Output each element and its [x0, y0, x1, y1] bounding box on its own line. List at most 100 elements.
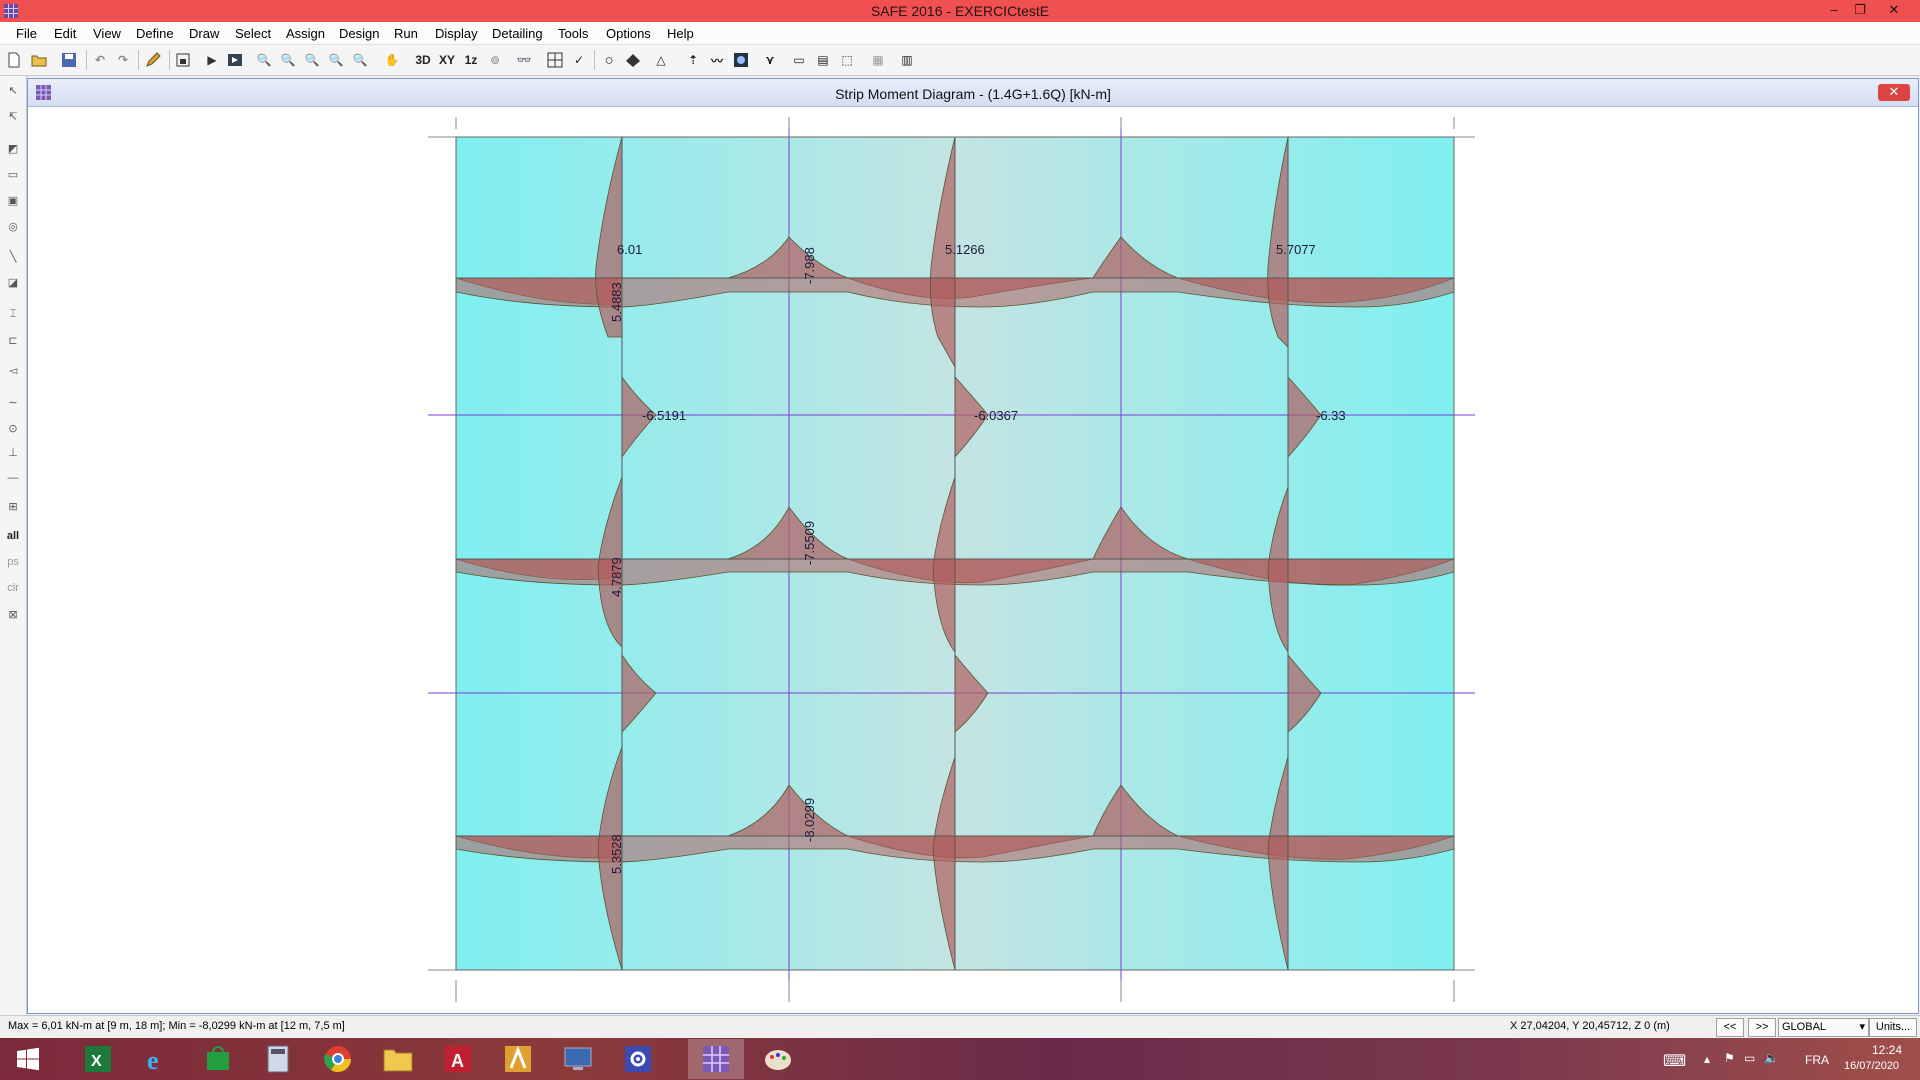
grid-icon[interactable]: ▦ — [868, 50, 888, 70]
next-button[interactable]: >> — [1748, 1018, 1776, 1037]
menu-display[interactable]: Display — [435, 26, 478, 41]
intersecting-line-icon[interactable]: ⊠ — [3, 604, 23, 624]
zoom-restore-icon[interactable]: 🔍 — [278, 50, 298, 70]
network-icon[interactable]: ▭ — [1744, 1051, 1755, 1065]
draw-beam-icon[interactable]: ◪ — [3, 272, 23, 292]
strip-forces-icon[interactable]: ⋎ — [760, 50, 780, 70]
language-indicator[interactable]: FRA — [1805, 1053, 1829, 1067]
pencil-icon[interactable] — [143, 50, 163, 70]
new-file-icon[interactable] — [4, 50, 24, 70]
diagram-close-button[interactable]: ✕ — [1878, 84, 1910, 101]
left-toolbar: ↖ ↸ ◩ ▭ ▣ ◎ ╲ ◪ ⌶ ⊏ ◅ ∼ ⊙ ⊥ — ⊞ all ps c… — [0, 76, 27, 1015]
zoom-window-icon[interactable]: 🔍 — [254, 50, 274, 70]
draw-tendon-icon[interactable]: ∼ — [3, 392, 23, 412]
previous-button[interactable]: << — [1716, 1018, 1744, 1037]
draw-point-icon[interactable]: ⊙ — [3, 418, 23, 438]
draw-slab-icon[interactable]: ▣ — [3, 190, 23, 210]
chrome-icon[interactable] — [310, 1039, 366, 1079]
diagram-canvas[interactable]: 6.01 -7.988 5.1266 5.7077 5.4883 -6.5191… — [28, 107, 1918, 1013]
view-1z-button[interactable]: 1z — [461, 50, 481, 70]
run-icon[interactable]: ▶ — [202, 50, 222, 70]
deformed-shape-icon[interactable] — [623, 50, 643, 70]
draw-column-icon[interactable]: ⌶ — [3, 304, 23, 324]
units-button[interactable]: Units... — [1869, 1018, 1917, 1037]
remote-desktop-icon[interactable] — [550, 1039, 606, 1079]
dimension-icon[interactable]: ⊥ — [3, 442, 23, 462]
save-icon[interactable] — [59, 50, 79, 70]
run-analysis-icon[interactable] — [225, 50, 245, 70]
menu-design[interactable]: Design — [339, 26, 379, 41]
circle-icon[interactable]: ○ — [599, 50, 619, 70]
view-xy-button[interactable]: XY — [437, 50, 457, 70]
moment-diagram-svg: 6.01 -7.988 5.1266 5.7077 5.4883 -6.5191… — [428, 117, 1475, 1002]
zoom-extents-icon[interactable]: 🔍 — [350, 50, 370, 70]
clock-time[interactable]: 12:24 — [1872, 1043, 1902, 1057]
coord-system-select[interactable]: GLOBAL ▾ — [1778, 1018, 1869, 1037]
menu-tools[interactable]: Tools — [558, 26, 588, 41]
draw-rectangle-icon[interactable]: ▭ — [3, 164, 23, 184]
show-hidden-icons-icon[interactable]: ▴ — [1704, 1052, 1710, 1066]
pan-icon[interactable]: ✋ — [382, 50, 402, 70]
excel-icon[interactable]: X — [70, 1039, 126, 1079]
view-3d-button[interactable]: 3D — [413, 50, 433, 70]
internet-explorer-icon[interactable]: e — [130, 1039, 186, 1079]
keyboard-icon[interactable]: ⌨ — [1663, 1051, 1686, 1071]
file-explorer-icon[interactable] — [370, 1039, 426, 1079]
moment-diagram-icon[interactable] — [731, 50, 751, 70]
glasses-icon[interactable]: 👓 — [514, 50, 534, 70]
autocad-icon[interactable]: A — [430, 1039, 486, 1079]
zoom-in-icon[interactable]: 🔍 — [302, 50, 322, 70]
store-icon[interactable] — [190, 1039, 246, 1079]
dash-icon[interactable]: — — [3, 468, 23, 488]
lock-icon[interactable] — [173, 50, 193, 70]
windows-start-icon[interactable] — [0, 1039, 56, 1079]
punching-shear-icon[interactable]: ⬚ — [837, 50, 857, 70]
flag-icon[interactable]: ⚑ — [1724, 1051, 1735, 1065]
slab-forces-icon[interactable]: ▤ — [813, 50, 833, 70]
settings-gear-icon[interactable] — [610, 1039, 666, 1079]
draw-wall-icon[interactable]: ⊏ — [3, 330, 23, 350]
volume-icon[interactable]: 🔈 — [1764, 1051, 1779, 1065]
pointer-icon[interactable]: ↖ — [3, 80, 23, 100]
select-all-button[interactable]: all — [3, 526, 23, 546]
zoom-out-icon[interactable]: 🔍 — [326, 50, 346, 70]
check-icon[interactable]: ✓ — [569, 50, 589, 70]
menu-file[interactable]: File — [16, 26, 37, 41]
menu-run[interactable]: Run — [394, 26, 418, 41]
menu-detailing[interactable]: Detailing — [492, 26, 543, 41]
draw-opening-icon[interactable]: ◎ — [3, 216, 23, 236]
shear-force-icon[interactable]: 〰 — [707, 50, 727, 70]
rotate-view-icon[interactable]: ⊚ — [485, 50, 505, 70]
reactions-icon[interactable]: ⇡ — [683, 50, 703, 70]
redo-icon[interactable]: ↷ — [113, 50, 133, 70]
menu-draw[interactable]: Draw — [189, 26, 219, 41]
powerpack-icon[interactable] — [490, 1039, 546, 1079]
calculator-icon[interactable] — [250, 1039, 306, 1079]
menu-define[interactable]: Define — [136, 26, 174, 41]
menu-help[interactable]: Help — [667, 26, 694, 41]
reshape-icon[interactable]: ↸ — [3, 106, 23, 126]
clock-date[interactable]: 16/07/2020 — [1844, 1060, 1899, 1072]
open-folder-icon[interactable] — [29, 50, 49, 70]
menu-select[interactable]: Select — [235, 26, 271, 41]
triangle-icon[interactable]: △ — [651, 50, 671, 70]
clear-selection-button[interactable]: clr — [3, 578, 23, 598]
draw-area-icon[interactable]: ◩ — [3, 138, 23, 158]
menu-edit[interactable]: Edit — [54, 26, 76, 41]
paint-icon[interactable] — [750, 1039, 806, 1079]
menu-assign[interactable]: Assign — [286, 26, 325, 41]
menu-options[interactable]: Options — [606, 26, 651, 41]
table-icon[interactable]: ▥ — [897, 50, 917, 70]
draw-strip-icon[interactable]: ◅ — [3, 360, 23, 380]
restore-button[interactable]: ❐ — [1846, 0, 1874, 22]
undo-icon[interactable]: ↶ — [90, 50, 110, 70]
safe-taskbar-icon[interactable] — [688, 1039, 744, 1079]
snap-icon[interactable]: ⊞ — [3, 496, 23, 516]
menu-view[interactable]: View — [93, 26, 121, 41]
beam-forces-icon[interactable]: ▭ — [789, 50, 809, 70]
close-button[interactable]: ✕ — [1880, 0, 1908, 22]
minimize-button[interactable]: – — [1820, 0, 1848, 22]
draw-line-icon[interactable]: ╲ — [3, 246, 23, 266]
select-previous-button[interactable]: ps — [3, 552, 23, 572]
set-display-options-icon[interactable] — [545, 50, 565, 70]
